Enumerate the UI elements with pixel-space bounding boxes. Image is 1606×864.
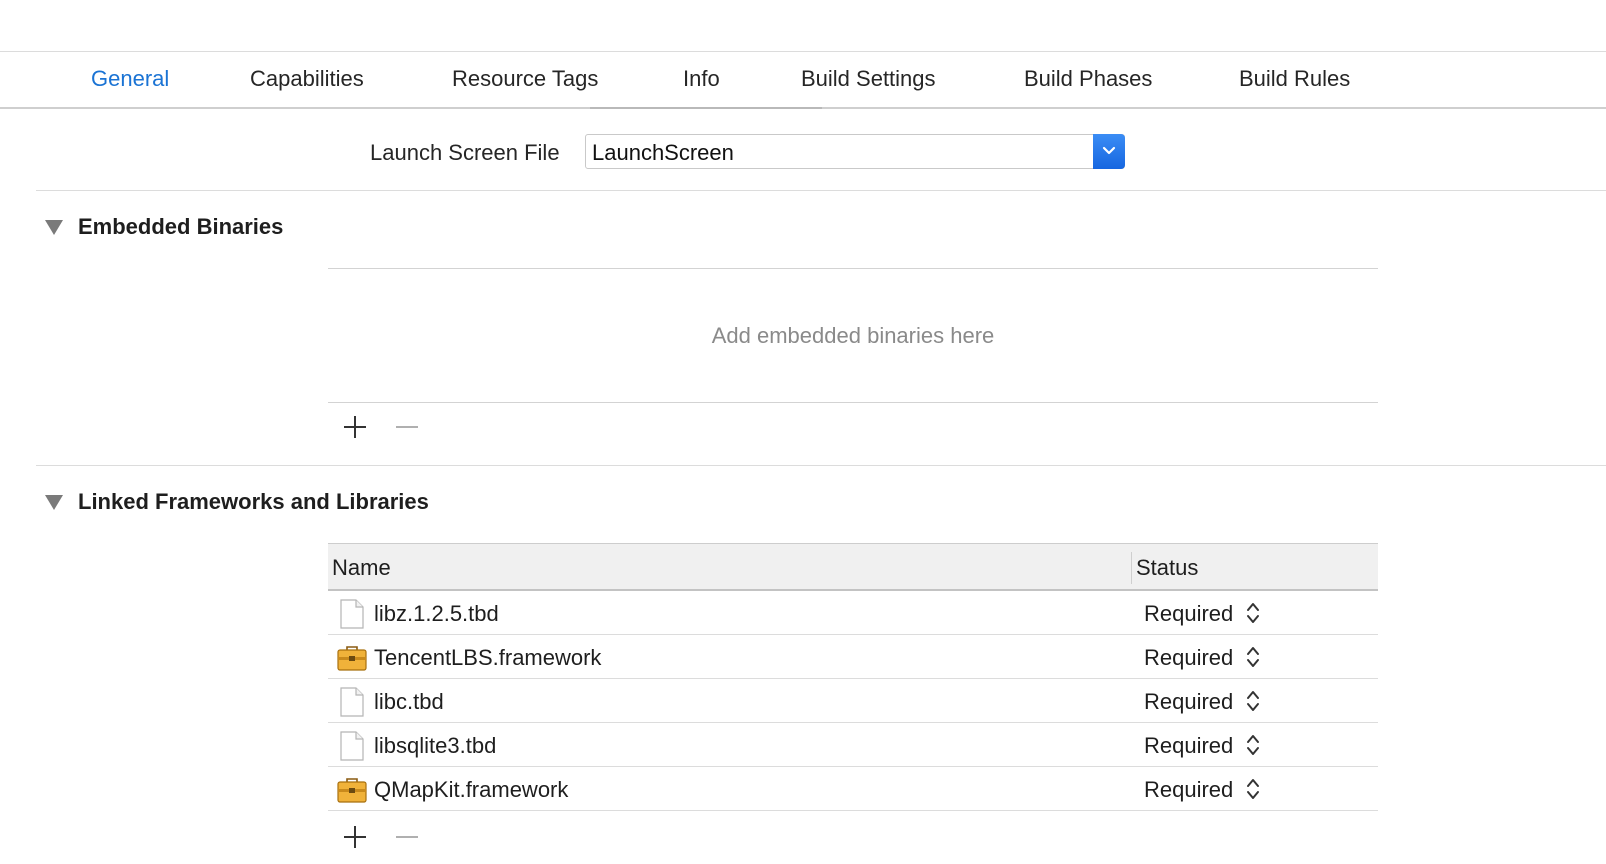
library-name: libc.tbd xyxy=(374,689,444,714)
column-header-name[interactable]: Name xyxy=(332,555,391,581)
status-label: Required xyxy=(1144,689,1234,714)
add-embedded-binary-button[interactable] xyxy=(340,412,370,442)
framework-toolbox-icon xyxy=(337,778,367,803)
document-icon xyxy=(340,731,364,761)
tab-build-settings[interactable]: Build Settings xyxy=(801,52,936,107)
up-down-chevron-icon xyxy=(1247,691,1259,711)
up-down-chevron-icon xyxy=(1247,647,1259,667)
editor-tab-bar: General Capabilities Resource Tags Info … xyxy=(0,52,1606,109)
library-name: TencentLBS.framework xyxy=(374,645,602,670)
table-header: Name Status xyxy=(328,543,1378,591)
document-icon xyxy=(340,599,364,629)
table-row[interactable]: libc.tbd Required xyxy=(328,679,1378,723)
up-down-chevron-icon xyxy=(1247,735,1259,755)
table-row[interactable]: TencentLBS.framework Required xyxy=(328,635,1378,679)
section-divider xyxy=(36,465,1606,466)
up-down-chevron-icon xyxy=(1247,603,1259,623)
linked-frameworks-add-remove xyxy=(340,822,440,852)
chevron-down-icon xyxy=(1102,146,1116,155)
tab-capabilities[interactable]: Capabilities xyxy=(250,52,364,107)
table-row[interactable]: libsqlite3.tbd Required xyxy=(328,723,1378,767)
popup-arrow-button[interactable] xyxy=(1093,134,1125,169)
framework-toolbox-icon xyxy=(337,646,367,671)
launch-screen-label: Launch Screen File xyxy=(370,140,560,165)
tab-build-rules[interactable]: Build Rules xyxy=(1239,52,1350,107)
column-separator[interactable] xyxy=(1131,552,1132,584)
library-name: QMapKit.framework xyxy=(374,777,569,802)
disclosure-triangle-icon[interactable] xyxy=(45,495,63,510)
tab-build-phases[interactable]: Build Phases xyxy=(1024,52,1152,107)
status-label: Required xyxy=(1144,733,1234,758)
library-name: libsqlite3.tbd xyxy=(374,733,497,758)
launch-screen-select[interactable]: LaunchScreen xyxy=(585,134,1125,169)
section-divider xyxy=(36,190,1606,191)
remove-embedded-binary-button[interactable] xyxy=(392,412,422,442)
embedded-binaries-top-border xyxy=(328,268,1378,269)
embedded-binaries-empty-text: Add embedded binaries here xyxy=(711,323,995,348)
add-framework-button[interactable] xyxy=(340,822,370,852)
linked-frameworks-title: Linked Frameworks and Libraries xyxy=(78,489,429,514)
status-label: Required xyxy=(1144,777,1234,802)
table-row[interactable]: QMapKit.framework Required xyxy=(328,767,1378,811)
remove-framework-button[interactable] xyxy=(392,822,422,852)
library-name: libz.1.2.5.tbd xyxy=(374,601,499,626)
launch-screen-value: LaunchScreen xyxy=(592,140,734,165)
linked-frameworks-table: Name Status libz.1.2.5.tbd Required Tenc… xyxy=(328,543,1378,811)
column-header-status[interactable]: Status xyxy=(1136,555,1198,581)
document-icon xyxy=(340,687,364,717)
table-row[interactable]: libz.1.2.5.tbd Required xyxy=(328,591,1378,635)
embedded-binaries-title: Embedded Binaries xyxy=(78,214,284,239)
embedded-binaries-add-remove xyxy=(340,412,440,442)
tab-resource-tags[interactable]: Resource Tags xyxy=(452,52,598,107)
status-label: Required xyxy=(1144,601,1234,626)
tab-general[interactable]: General xyxy=(91,52,169,107)
window-top-bar xyxy=(0,0,1606,52)
launch-screen-row: Launch Screen File LaunchScreen xyxy=(0,110,1606,190)
tab-info[interactable]: Info xyxy=(683,52,720,107)
disclosure-triangle-icon[interactable] xyxy=(45,220,63,235)
up-down-chevron-icon xyxy=(1247,779,1259,799)
embedded-binaries-bottom-border xyxy=(328,402,1378,403)
status-label: Required xyxy=(1144,645,1234,670)
tab-hover-indicator xyxy=(590,107,822,109)
